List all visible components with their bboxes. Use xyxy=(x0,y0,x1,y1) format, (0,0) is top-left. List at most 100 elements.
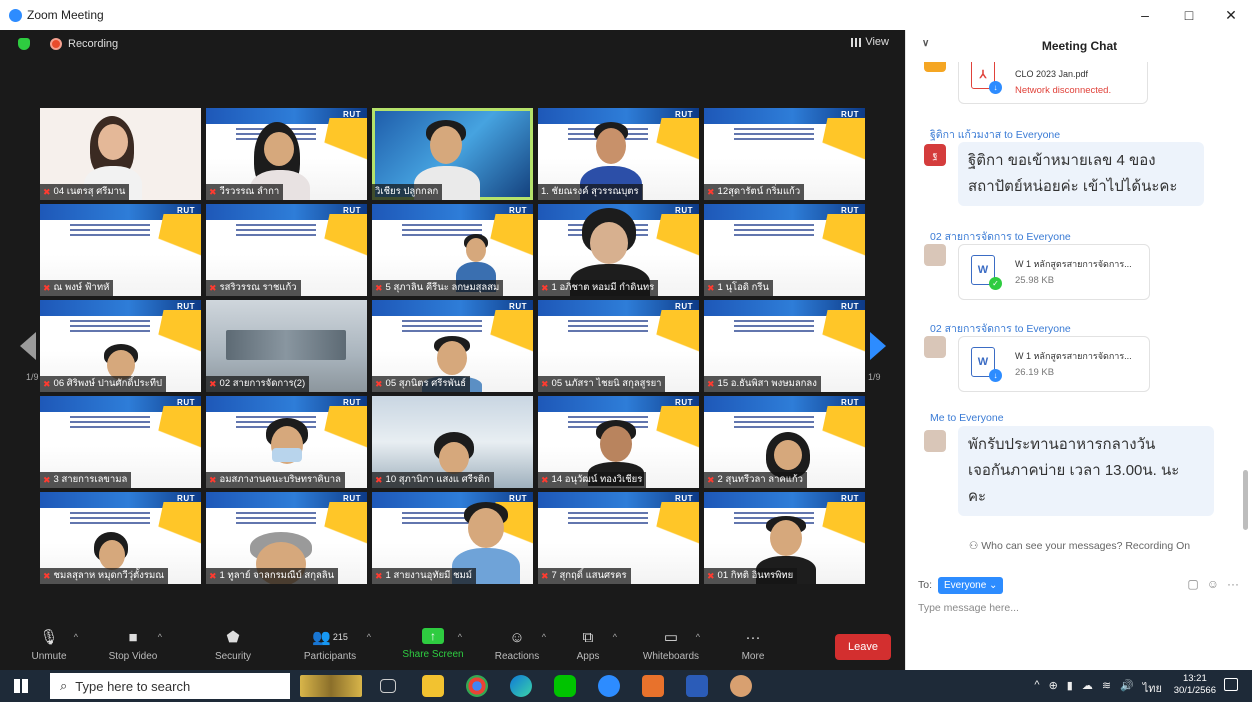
chevron-up-icon[interactable]: ^ xyxy=(1034,679,1039,697)
video-tile[interactable]: RUT ✖ ณ พงษ์ ฟ้าทหั xyxy=(40,204,201,296)
video-tile[interactable]: RUT ✖ 05 นภัสรา ไชยนิ สกุลสูรยา xyxy=(538,300,699,392)
more-dots-icon[interactable]: ··· xyxy=(1227,577,1239,591)
video-tile-active-speaker[interactable]: วิเชียร ปลูกกลก xyxy=(372,108,533,200)
video-tile[interactable]: RUT ✖ 12สุดารัตน์ กริ่มแก้ว xyxy=(704,108,865,200)
task-view-icon[interactable] xyxy=(380,679,396,693)
recipient-dropdown[interactable]: Everyone ⌄ xyxy=(938,576,1004,594)
line-icon[interactable] xyxy=(554,675,576,697)
video-tile[interactable]: ✖ 10 สุภานิกา แสงแ ศรีรติก xyxy=(372,396,533,488)
participant-name: ✖ 7 สุกฤดิ์ แสนศรคร xyxy=(538,568,631,584)
chrome-icon[interactable] xyxy=(466,675,488,697)
taskbar-search[interactable]: ⌕ Type here to search xyxy=(50,673,290,699)
minimize-button[interactable]: – xyxy=(1122,0,1168,30)
video-tile[interactable]: RUT ✖ 01 กิทติ อินทรพิทย xyxy=(704,492,865,584)
maximize-button[interactable]: □ xyxy=(1166,0,1212,30)
more-dots-icon: ··· xyxy=(745,628,761,646)
chevron-up-icon[interactable]: ^ xyxy=(613,632,617,642)
muted-mic-icon: ✖ xyxy=(43,283,51,293)
avatar xyxy=(924,336,946,358)
chevron-up-icon[interactable]: ^ xyxy=(696,632,700,642)
avatar xyxy=(924,62,946,72)
emoji-icon[interactable]: ☺ xyxy=(1207,577,1219,591)
onedrive-icon[interactable]: ☁ xyxy=(1082,679,1093,697)
leave-button[interactable]: Leave xyxy=(835,634,891,660)
chat-recipient-row: To: Everyone ⌄ ▢ ☺ ··· xyxy=(918,574,1243,596)
muted-mic-icon: ✖ xyxy=(209,475,217,485)
word-icon[interactable] xyxy=(686,675,708,697)
prev-page-arrow-icon[interactable] xyxy=(20,332,36,360)
edge-icon[interactable] xyxy=(510,675,532,697)
video-tile[interactable]: RUT 1. ชัยณรงค์ สุวรรณบุตร xyxy=(538,108,699,200)
apps-button[interactable]: ⧉ ^ Apps xyxy=(553,624,623,670)
video-tile[interactable]: RUT ✖ 14 อนุวัฒน์ ทองวิเชียร xyxy=(538,396,699,488)
muted-mic-icon: ✖ xyxy=(375,475,383,485)
share-screen-icon: ↑ xyxy=(422,628,444,644)
network-icon[interactable]: ⊕ xyxy=(1049,679,1058,697)
more-button[interactable]: ··· More xyxy=(718,624,788,670)
meeting-chat-panel: ∨ Meeting Chat ⅄ ↓ CLO 2023 Jan.pdf Netw… xyxy=(905,30,1252,670)
privacy-note[interactable]: ⚇ Who can see your messages? Recording O… xyxy=(906,540,1252,552)
share-screen-button[interactable]: ↑ ^ Share Screen xyxy=(398,624,468,670)
participant-name: ✖ 06 ศิริพงษ์ ปานศักดิ์ประทีป xyxy=(40,376,167,392)
video-tile[interactable]: RUT ✖ วีรวรรณ ลำกา xyxy=(206,108,367,200)
chat-scrollbar[interactable] xyxy=(1243,470,1248,530)
video-tile[interactable]: ✖ 04 เนตรสุ ศรีมาน xyxy=(40,108,201,200)
participant-name: ✖ 1 ทูลาย์ จาลกรมณีบ์ สกุลลิน xyxy=(206,568,339,584)
video-tile[interactable]: RUT ✖ 1 ทูลาย์ จาลกรมณีบ์ สกุลลิน xyxy=(206,492,367,584)
reactions-button[interactable]: ☺ ^ Reactions xyxy=(482,624,552,670)
file-attachment[interactable]: W ↓ W 1 หลักสูตรสายการจัดการ... 26.19 KB xyxy=(958,336,1150,392)
close-button[interactable]: ✕ xyxy=(1208,0,1252,30)
file-attachment[interactable]: W ✓ W 1 หลักสูตรสายการจัดการ... 25.98 KB xyxy=(958,244,1150,300)
chevron-down-icon[interactable]: ∨ xyxy=(922,38,929,49)
video-tile[interactable]: RUT ✖ 06 ศิริพงษ์ ปานศักดิ์ประทีป xyxy=(40,300,201,392)
app-icon[interactable] xyxy=(730,675,752,697)
chat-message-input[interactable]: Type message here... xyxy=(918,602,1019,614)
muted-mic-icon: ✖ xyxy=(43,571,51,581)
video-tile[interactable]: RUT ✖ 1 นุโอดิ กรีน xyxy=(704,204,865,296)
video-tile[interactable]: RUT ✖ 5 สุภาลิน คีรีนะ ลกษมสุลสม xyxy=(372,204,533,296)
battery-icon[interactable]: ▮ xyxy=(1067,679,1073,697)
encryption-shield-icon[interactable] xyxy=(18,38,30,50)
wifi-icon[interactable]: ≋ xyxy=(1102,679,1111,697)
file-explorer-icon[interactable] xyxy=(422,675,444,697)
zoom-taskbar-icon[interactable] xyxy=(598,675,620,697)
video-tile[interactable]: RUT ✖ 2 สุนทรีวลา ลาคแก้ว xyxy=(704,396,865,488)
video-tile[interactable]: RUT ✖ 15 อ.ธันพิสา พงษมลกลง xyxy=(704,300,865,392)
security-button[interactable]: ⬟ Security xyxy=(198,624,268,670)
unmute-button[interactable]: 🎙 ^ Unmute xyxy=(14,624,84,670)
participant-name: ✖ วีรวรรณ ลำกา xyxy=(206,184,284,200)
muted-mic-icon: ✖ xyxy=(209,379,217,389)
video-tile[interactable]: ✖ 02 สายการจัดการ(2) xyxy=(206,300,367,392)
video-tile[interactable]: RUT ✖ อมสภางานคนะบริษทราคิบาล xyxy=(206,396,367,488)
powerpoint-icon[interactable] xyxy=(642,675,664,697)
video-tile[interactable]: RUT ✖ 3 สายการเลขามล xyxy=(40,396,201,488)
video-tile[interactable]: RUT ✖ 1 สายงานอุทัยมี ชมม์ xyxy=(372,492,533,584)
windows-start-icon[interactable] xyxy=(14,679,28,693)
participants-button[interactable]: 👥 215 ^ Participants xyxy=(295,624,371,670)
chevron-up-icon[interactable]: ^ xyxy=(542,632,546,642)
next-page-arrow-icon[interactable] xyxy=(870,332,886,360)
view-button[interactable]: View xyxy=(851,36,889,48)
video-tile[interactable]: RUT ✖ 1 อภิชาต หอมมี กำดินทร xyxy=(538,204,699,296)
notification-icon[interactable] xyxy=(1224,678,1238,691)
file-icon[interactable]: ▢ xyxy=(1187,577,1198,591)
stop-video-button[interactable]: ■ ^ Stop Video xyxy=(98,624,168,670)
chevron-up-icon[interactable]: ^ xyxy=(367,632,371,642)
video-tile[interactable]: RUT ✖ 7 สุกฤดิ์ แสนศรคร xyxy=(538,492,699,584)
video-tile[interactable]: RUT ✖ ชมลสุลาห หมุดกวีวุ่ตั้งรมณ xyxy=(40,492,201,584)
check-icon: ✓ xyxy=(989,277,1002,290)
chevron-up-icon[interactable]: ^ xyxy=(158,632,162,642)
whiteboards-button[interactable]: ▭ ^ Whiteboards xyxy=(636,624,706,670)
file-attachment[interactable]: ⅄ ↓ CLO 2023 Jan.pdf Network disconnecte… xyxy=(958,62,1148,104)
language-indicator[interactable]: ไทย xyxy=(1143,679,1162,697)
whiteboard-icon: ▭ xyxy=(663,629,679,646)
muted-mic-icon: ✖ xyxy=(43,379,51,389)
taskbar-clock[interactable]: 13:21 30/1/2566 xyxy=(1174,673,1216,697)
video-camera-icon: ■ xyxy=(128,628,138,646)
video-area: Recording View ✖ 04 เนตรสุ ศรีมาน RUT ✖ … xyxy=(0,30,905,670)
chevron-up-icon[interactable]: ^ xyxy=(458,632,462,642)
volume-icon[interactable]: 🔊 xyxy=(1120,679,1134,697)
video-tile[interactable]: RUT ✖ 05 สุภนิตร ศรีรพันธ์ xyxy=(372,300,533,392)
chevron-up-icon[interactable]: ^ xyxy=(74,632,78,642)
video-tile[interactable]: RUT ✖ รสริวรรณ ราชแก้ว xyxy=(206,204,367,296)
